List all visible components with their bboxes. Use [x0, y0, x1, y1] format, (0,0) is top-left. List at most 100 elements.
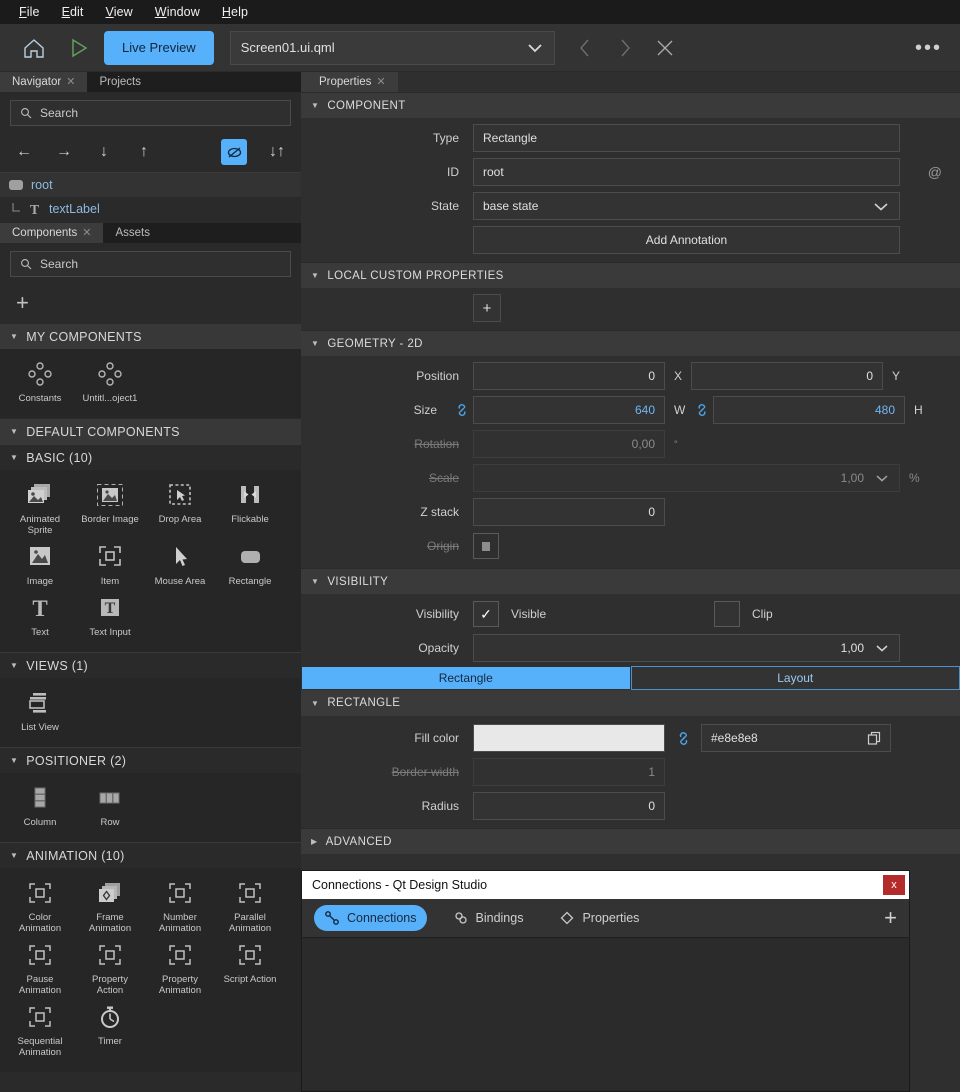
section-views[interactable]: ▼ VIEWS (1) [0, 652, 301, 678]
component-frame-animation[interactable]: Frame Animation [80, 876, 140, 934]
position-x-field[interactable]: 0 [473, 362, 665, 390]
tree-item-root[interactable]: root [0, 173, 301, 197]
component-parallel-animation[interactable]: Parallel Animation [220, 876, 280, 934]
zstack-field[interactable]: 0 [473, 498, 665, 526]
section-basic[interactable]: ▼ BASIC (10) [0, 444, 301, 470]
overflow-menu-button[interactable]: ••• [915, 43, 948, 53]
navigator-search-input[interactable]: Search [10, 100, 291, 126]
tab-navigator[interactable]: Navigator ✕ [0, 72, 87, 92]
forward-button[interactable] [609, 31, 641, 65]
component-text[interactable]: T Text [10, 591, 70, 638]
add-annotation-button[interactable]: Add Annotation [473, 226, 900, 254]
component-timer[interactable]: Timer [80, 1000, 140, 1058]
component-item[interactable]: Item [80, 540, 140, 587]
menu-item-view[interactable]: View [95, 2, 144, 22]
position-y-field[interactable]: 0 [691, 362, 883, 390]
visible-checkbox[interactable]: ✓ [473, 601, 499, 627]
component-pause-animation[interactable]: Pause Animation [10, 938, 70, 996]
link-width-icon[interactable] [451, 403, 473, 417]
origin-picker[interactable] [473, 533, 499, 559]
components-search-input[interactable]: Search [10, 251, 291, 277]
component-border-image[interactable]: Border Image [80, 478, 140, 536]
component-property-animation[interactable]: Property Animation [150, 938, 210, 996]
tab-assets[interactable]: Assets [103, 223, 162, 243]
component-rectangle[interactable]: Rectangle [220, 540, 280, 587]
component-animated-sprite[interactable]: Animated Sprite [10, 478, 70, 536]
section-rectangle[interactable]: ▼ RECTANGLE [301, 690, 960, 716]
file-selector[interactable]: Screen01.ui.qml [230, 31, 555, 65]
close-icon[interactable]: ✕ [82, 228, 91, 239]
segment-layout[interactable]: Layout [631, 666, 960, 690]
type-field[interactable]: Rectangle [473, 124, 900, 152]
link-height-icon[interactable] [691, 403, 713, 417]
component-script-action[interactable]: Script Action [220, 938, 280, 996]
section-component[interactable]: ▼ COMPONENT [301, 92, 960, 118]
component-color-animation[interactable]: Color Animation [10, 876, 70, 934]
close-icon[interactable]: ✕ [376, 77, 385, 88]
menu-item-window[interactable]: Window [144, 2, 211, 22]
move-down-icon[interactable]: ↓ [94, 142, 114, 162]
section-local-custom-properties[interactable]: ▼ LOCAL CUSTOM PROPERTIES [301, 262, 960, 288]
state-field[interactable]: base state [473, 192, 900, 220]
component-flickable[interactable]: Flickable [220, 478, 280, 536]
close-icon[interactable] [649, 31, 681, 65]
component-number-animation[interactable]: Number Animation [150, 876, 210, 934]
component-image[interactable]: Image [10, 540, 70, 587]
section-positioner[interactable]: ▼ POSITIONER (2) [0, 747, 301, 773]
rotation-field[interactable]: 0,00 [473, 430, 665, 458]
section-geometry-2d[interactable]: ▼ GEOMETRY - 2D [301, 330, 960, 356]
scale-field[interactable]: 1,00 [473, 464, 900, 492]
component-drop-area[interactable]: Drop Area [150, 478, 210, 536]
dialog-tab-connections[interactable]: Connections [314, 905, 427, 931]
sort-order-icon[interactable]: ↓↑ [267, 142, 287, 162]
close-icon[interactable]: ✕ [66, 77, 75, 88]
component-list-view[interactable]: List View [10, 686, 70, 733]
section-my-components[interactable]: ▼ MY COMPONENTS [0, 323, 301, 349]
component-row[interactable]: Row [80, 781, 140, 828]
component-text-input[interactable]: T Text Input [80, 591, 140, 638]
add-connection-button[interactable]: + [884, 907, 897, 929]
section-animation[interactable]: ▼ ANIMATION (10) [0, 842, 301, 868]
fill-color-hex-field[interactable]: #e8e8e8 [701, 724, 891, 752]
component-constants[interactable]: Constants [10, 357, 70, 404]
component-property-action[interactable]: Property Action [80, 938, 140, 996]
add-custom-property-button[interactable]: + [473, 294, 501, 322]
move-in-icon[interactable]: → [54, 142, 74, 162]
component-column[interactable]: Column [10, 781, 70, 828]
move-up-icon[interactable]: ↑ [134, 142, 154, 162]
tab-projects[interactable]: Projects [87, 72, 153, 92]
segment-rectangle[interactable]: Rectangle [301, 666, 631, 690]
component-mouse-area[interactable]: Mouse Area [150, 540, 210, 587]
live-preview-button[interactable]: Live Preview [104, 31, 214, 65]
menu-item-help[interactable]: Help [211, 2, 259, 22]
size-width-field[interactable]: 640 [473, 396, 665, 424]
dialog-tab-properties[interactable]: Properties [549, 905, 649, 931]
play-icon[interactable] [56, 28, 100, 68]
copy-icon[interactable] [867, 731, 881, 745]
section-advanced[interactable]: ▶ ADVANCED [301, 828, 960, 854]
component-sequential-animation[interactable]: Sequential Animation [10, 1000, 70, 1058]
tree-item-textlabel[interactable]: T textLabel [0, 197, 301, 221]
opacity-field[interactable]: 1,00 [473, 634, 900, 662]
home-icon[interactable] [12, 28, 56, 68]
back-button[interactable] [569, 31, 601, 65]
visibility-filter-icon[interactable] [221, 139, 247, 165]
border-width-field[interactable]: 1 [473, 758, 665, 786]
radius-field[interactable]: 0 [473, 792, 665, 820]
move-out-icon[interactable]: ← [14, 142, 34, 162]
add-component-button[interactable]: + [16, 292, 29, 314]
section-default-components[interactable]: ▼ DEFAULT COMPONENTS [0, 418, 301, 444]
id-field[interactable]: root [473, 158, 900, 186]
section-visibility[interactable]: ▼ VISIBILITY [301, 568, 960, 594]
menu-item-file[interactable]: File [8, 2, 51, 22]
link-fill-color-icon[interactable] [665, 731, 701, 746]
component-untitled-project1[interactable]: Untitl...oject1 [80, 357, 140, 404]
size-height-field[interactable]: 480 [713, 396, 905, 424]
annotation-at-icon[interactable]: @ [928, 164, 942, 180]
clip-checkbox[interactable]: ✓ [714, 601, 740, 627]
tab-properties[interactable]: Properties ✕ [301, 72, 398, 92]
tab-components[interactable]: Components ✕ [0, 223, 103, 243]
dialog-title-bar[interactable]: Connections - Qt Design Studio x [302, 871, 909, 899]
dialog-close-button[interactable]: x [883, 875, 905, 895]
fill-color-swatch[interactable] [473, 724, 665, 752]
